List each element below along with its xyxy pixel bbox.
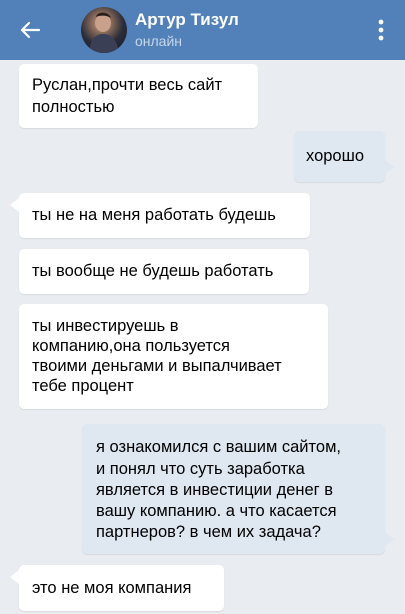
- bubble-tail: [10, 198, 19, 212]
- message-text-line: ты вообще не будешь работать: [32, 262, 274, 280]
- message-text-line: тебе процент: [32, 377, 134, 395]
- contact-name[interactable]: Артур Тизул: [135, 10, 239, 30]
- message-text-line: ты инвестируешь в: [32, 317, 179, 335]
- more-vertical-icon: [378, 19, 384, 41]
- back-button[interactable]: [14, 14, 46, 46]
- message-text-line: полностью: [32, 98, 115, 116]
- bubble-tail: [385, 532, 394, 546]
- message-text-line: вашу компанию. а что касается: [96, 502, 337, 520]
- message-incoming[interactable]: ты не на меня работать будешь: [19, 193, 310, 238]
- message-incoming[interactable]: ты инвестируешь в компанию,она пользуетс…: [19, 304, 328, 409]
- message-incoming[interactable]: это не моя компания: [19, 565, 224, 611]
- avatar-image: [89, 12, 119, 53]
- message-text-line: является в инвестиции денег в: [96, 481, 334, 499]
- avatar[interactable]: [81, 7, 127, 53]
- arrow-left-icon: [20, 21, 41, 39]
- message-text-line: компанию,она пользуется: [32, 337, 230, 355]
- message-list[interactable]: Руслан,прочти весь сайт полностью хорошо…: [0, 60, 405, 614]
- message-text-line: и понял что суть заработка: [96, 460, 305, 478]
- message-text-line: ты не на меня работать будешь: [32, 206, 276, 224]
- online-status: онлайн: [135, 33, 183, 49]
- message-outgoing[interactable]: хорошо: [294, 131, 385, 182]
- bubble-tail: [385, 160, 394, 174]
- menu-button[interactable]: [369, 14, 393, 46]
- message-outgoing[interactable]: я ознакомился с вашим сайтом, и понял чт…: [82, 424, 385, 554]
- bubble-tail: [10, 570, 19, 584]
- message-text-line: я ознакомился с вашим сайтом,: [96, 438, 341, 456]
- message-text-line: это не моя компания: [32, 579, 192, 597]
- message-text-line: партнеров? в чем их задача?: [96, 523, 321, 541]
- message-text-line: Руслан,прочти весь сайт: [32, 76, 223, 94]
- message-incoming[interactable]: ты вообще не будешь работать: [19, 249, 309, 294]
- message-incoming[interactable]: Руслан,прочти весь сайт полностью: [19, 64, 258, 128]
- message-text-line: хорошо: [306, 147, 365, 165]
- chat-header: Артур Тизул онлайн: [0, 0, 405, 60]
- message-text-line: твоими деньгами и выпалчивает: [32, 357, 282, 375]
